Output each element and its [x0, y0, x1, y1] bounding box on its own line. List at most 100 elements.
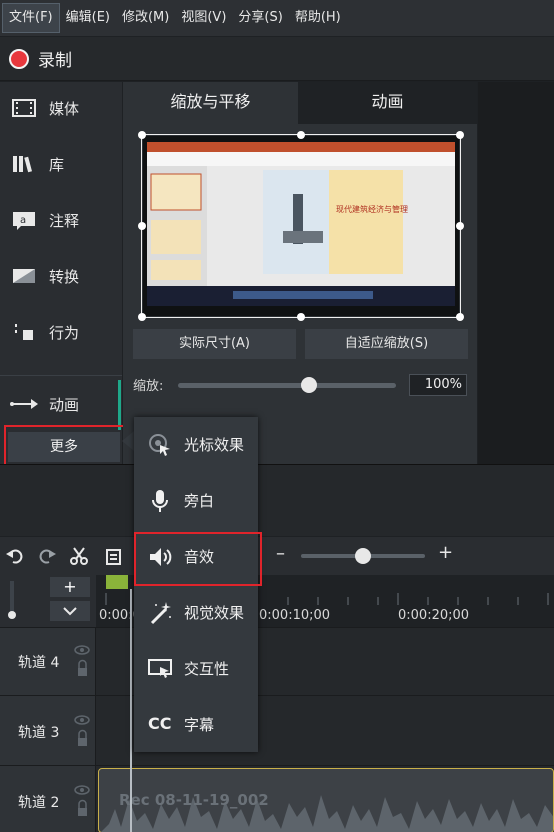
- track-row: 轨道 4: [0, 627, 554, 695]
- popup-arrow: [122, 431, 134, 451]
- audio-effects-highlight-box: [134, 532, 262, 586]
- undo-icon[interactable]: [5, 546, 25, 566]
- menu-file[interactable]: 文件(F): [2, 3, 60, 33]
- sidebar: 媒体 库 a 注释 转换 行为 动画 更多: [0, 82, 122, 464]
- zoom-frame[interactable]: [141, 134, 461, 318]
- track-name: 轨道 4: [18, 655, 60, 671]
- animation-arrow-icon: [10, 399, 38, 409]
- resize-handle[interactable]: [138, 131, 146, 139]
- track-header[interactable]: 轨道 2: [0, 766, 96, 832]
- properties-panel: 缩放与平移 动画 现代建筑经济与管理 实际尺寸(A) 自适应缩放(S) 缩放: …: [123, 82, 477, 464]
- tab-zoom-pan[interactable]: 缩放与平移: [123, 82, 298, 124]
- magic-wand-icon: [150, 602, 171, 625]
- collapse-tracks-button[interactable]: [50, 601, 90, 621]
- svg-text:a: a: [20, 215, 26, 226]
- sidebar-item-behaviors[interactable]: 行为: [0, 306, 122, 358]
- resize-handle[interactable]: [456, 313, 464, 321]
- audio-clip[interactable]: Rec 08-11-19_002: [98, 768, 554, 832]
- zoom-value-field[interactable]: 100%: [409, 374, 467, 396]
- playhead-handle[interactable]: [106, 575, 128, 589]
- menu-bar: 文件(F) 编辑(E) 修改(M) 视图(V) 分享(S) 帮助(H): [0, 0, 554, 36]
- menu-modify[interactable]: 修改(M): [116, 3, 175, 33]
- resize-handle[interactable]: [456, 222, 464, 230]
- cursor-effect-icon: [149, 434, 170, 456]
- tab-animation[interactable]: 动画: [298, 82, 477, 124]
- fit-zoom-button[interactable]: 自适应缩放(S): [305, 329, 468, 359]
- cut-icon[interactable]: [69, 546, 89, 566]
- record-bar: 录制: [0, 37, 554, 81]
- playhead-line: [130, 589, 132, 832]
- sidebar-divider: [0, 375, 122, 376]
- track-row: 轨道 3: [0, 695, 554, 765]
- track-visibility-icon[interactable]: [74, 644, 90, 680]
- actual-size-button[interactable]: 实际尺寸(A): [133, 329, 296, 359]
- film-icon: [12, 99, 36, 117]
- popup-item-label: 交互性: [184, 660, 230, 678]
- zoom-preview[interactable]: 现代建筑经济与管理: [138, 131, 464, 321]
- timeline-ruler[interactable]: + 0:00:0 0:00:10;00 0:00:20;00: [0, 575, 554, 627]
- zoom-slider[interactable]: [178, 377, 396, 393]
- canvas-area: [478, 82, 554, 464]
- popup-item-label: 字幕: [184, 716, 215, 734]
- chevron-down-icon: [63, 607, 77, 616]
- record-label: 录制: [38, 51, 72, 71]
- record-dot-icon: [9, 48, 29, 69]
- resize-handle[interactable]: [138, 313, 146, 321]
- zoom-out-button[interactable]: –: [276, 543, 285, 564]
- microphone-icon: [152, 490, 168, 512]
- popup-item-captions[interactable]: CC 字幕: [134, 697, 258, 753]
- zoom-slider-thumb[interactable]: [300, 377, 317, 393]
- track-header[interactable]: 轨道 4: [0, 628, 96, 695]
- ruler-timecode: 0:00:10;00: [259, 608, 331, 623]
- resize-handle[interactable]: [297, 131, 305, 139]
- behavior-icon: [15, 324, 33, 340]
- resize-handle[interactable]: [456, 131, 464, 139]
- ruler-controls: +: [0, 575, 96, 627]
- zoom-in-button[interactable]: +: [438, 542, 453, 563]
- sidebar-item-animation[interactable]: 动画: [0, 378, 122, 430]
- interactive-icon: [148, 659, 172, 678]
- popup-item-interactivity[interactable]: 交互性: [134, 641, 258, 697]
- popup-item-label: 旁白: [184, 492, 215, 510]
- ruler-timecode: 0:00:20;00: [398, 608, 470, 623]
- resize-handle[interactable]: [297, 313, 305, 321]
- timeline-zoom-slider[interactable]: [301, 548, 425, 564]
- track-row: 轨道 2 Rec 08-11-19_002: [0, 765, 554, 832]
- sidebar-item-media[interactable]: 媒体: [0, 82, 122, 134]
- sidebar-active-indicator: [118, 380, 121, 430]
- annotation-icon: a: [13, 212, 35, 230]
- zoom-label: 缩放:: [133, 379, 164, 394]
- track-name: 轨道 2: [18, 795, 60, 811]
- track-visibility-icon[interactable]: [74, 784, 90, 820]
- popup-item-voice-narration[interactable]: 旁白: [134, 473, 258, 529]
- popup-item-visual-effects[interactable]: 视觉效果: [134, 585, 258, 641]
- track-header[interactable]: 轨道 3: [0, 696, 96, 765]
- sidebar-item-label: 行为: [49, 323, 80, 342]
- resize-handle[interactable]: [138, 222, 146, 230]
- timeline-zoom-thumb[interactable]: [355, 548, 371, 564]
- copy-icon[interactable]: [104, 546, 124, 566]
- sidebar-item-annotations[interactable]: a 注释: [0, 194, 122, 246]
- app-window: 文件(F) 编辑(E) 修改(M) 视图(V) 分享(S) 帮助(H) 录制 媒…: [0, 0, 554, 832]
- clip-name: Rec 08-11-19_002: [119, 791, 269, 809]
- timeline-toolbar: – +: [0, 537, 554, 575]
- sidebar-item-library[interactable]: 库: [0, 138, 122, 190]
- library-icon: [13, 156, 33, 173]
- add-track-button[interactable]: +: [50, 577, 90, 597]
- sidebar-item-label: 媒体: [49, 99, 80, 118]
- sidebar-item-label: 转换: [49, 267, 80, 286]
- sidebar-item-label: 库: [49, 155, 65, 174]
- sidebar-item-transitions[interactable]: 转换: [0, 250, 122, 302]
- sidebar-item-label: 动画: [49, 395, 80, 414]
- popup-item-label: 光标效果: [184, 436, 245, 454]
- record-button[interactable]: 录制: [9, 46, 72, 71]
- transition-icon: [13, 269, 35, 283]
- menu-help[interactable]: 帮助(H): [289, 3, 347, 33]
- menu-edit[interactable]: 编辑(E): [60, 3, 116, 33]
- menu-share[interactable]: 分享(S): [232, 3, 288, 33]
- redo-icon[interactable]: [37, 546, 57, 566]
- popup-item-cursor-effects[interactable]: 光标效果: [134, 417, 258, 473]
- track-height-thumb[interactable]: [8, 611, 16, 619]
- track-visibility-icon[interactable]: [74, 714, 90, 750]
- menu-view[interactable]: 视图(V): [175, 3, 232, 33]
